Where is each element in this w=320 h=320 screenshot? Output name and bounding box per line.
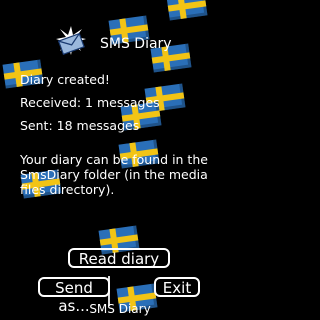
diary-created-message: Diary created! [20, 72, 110, 87]
sent-count: Sent: 18 messages [20, 118, 140, 133]
send-as-button[interactable]: Send as... [38, 277, 110, 315]
diary-location-note: Your diary can be found in the SmsDiary … [20, 152, 208, 197]
exit-button[interactable]: Exit [154, 277, 200, 297]
envelope-sparkle-icon [56, 26, 86, 56]
app-screen: SMS Diary Diary created! Received: 1 mes… [0, 0, 240, 320]
app-title: SMS Diary [100, 36, 172, 52]
flag-icon [166, 0, 208, 21]
read-diary-button[interactable]: Read diary [68, 248, 170, 268]
footer-label: SMS Diary [89, 302, 151, 316]
received-count: Received: 1 messages [20, 95, 160, 110]
